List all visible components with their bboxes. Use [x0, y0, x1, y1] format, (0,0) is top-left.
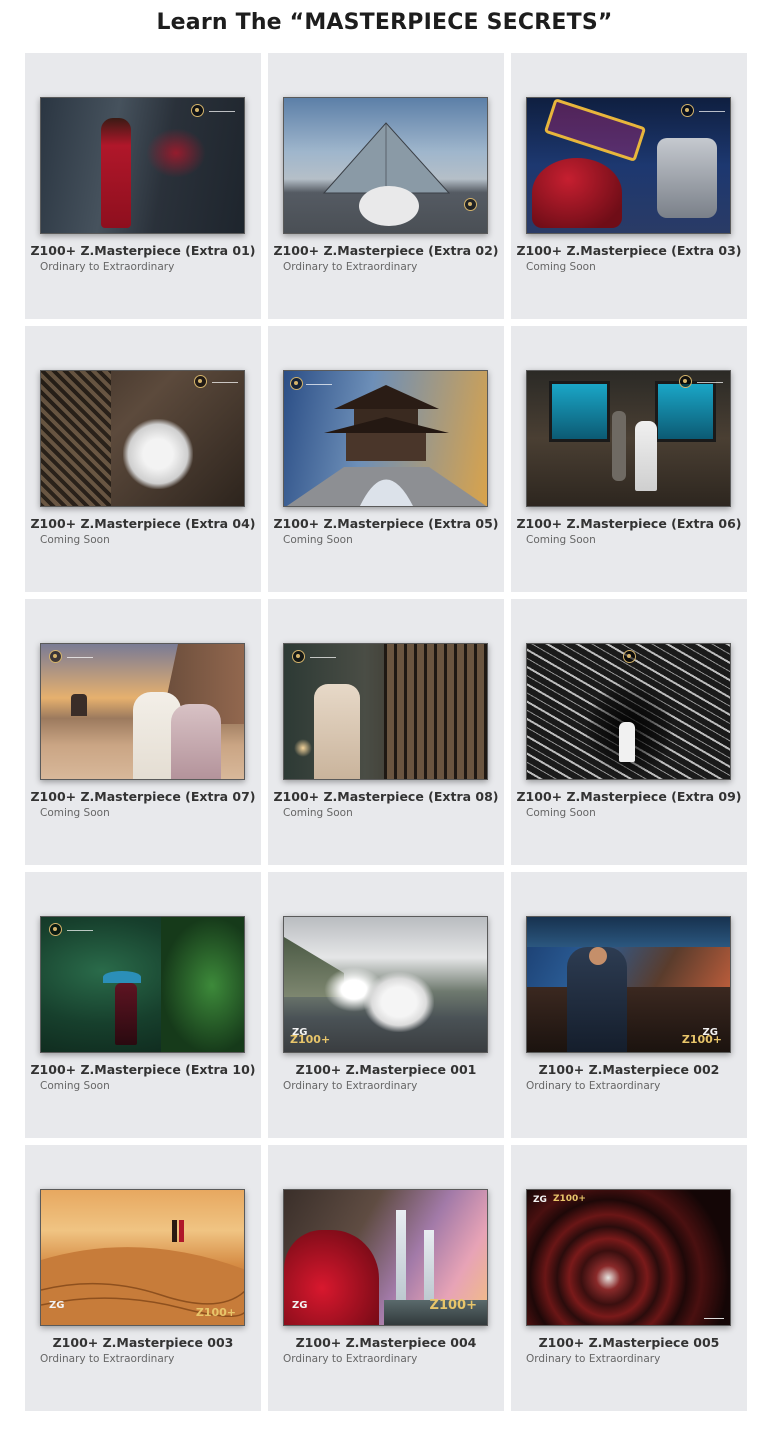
course-thumbnail[interactable] [40, 97, 245, 234]
card-subtitle: Coming Soon [40, 534, 110, 546]
course-card[interactable]: Z100+ Z.Masterpiece (Extra 09) Coming So… [511, 599, 747, 865]
signature-mark [704, 1310, 724, 1319]
card-title: Z100+ Z.Masterpiece (Extra 05) [273, 516, 499, 531]
card-title: Z100+ Z.Masterpiece (Extra 09) [516, 789, 742, 804]
card-subtitle: Coming Soon [526, 261, 596, 273]
card-title: Z100+ Z.Masterpiece (Extra 04) [30, 516, 256, 531]
course-thumbnail[interactable] [283, 370, 488, 507]
card-logo: ZG [292, 1300, 308, 1311]
course-thumbnail[interactable]: ZG Z100+ [283, 916, 488, 1053]
card-subtitle: Coming Soon [40, 1080, 110, 1092]
brand-seal-icon [290, 377, 303, 390]
course-thumbnail[interactable]: ZG Z100+ [526, 1189, 731, 1326]
brand-seal-icon [49, 923, 62, 936]
course-thumbnail[interactable] [526, 643, 731, 780]
card-title: Z100+ Z.Masterpiece (Extra 03) [516, 243, 742, 258]
card-subtitle: Coming Soon [526, 807, 596, 819]
card-title: Z100+ Z.Masterpiece (Extra 02) [273, 243, 499, 258]
course-thumbnail[interactable] [40, 370, 245, 507]
card-title: Z100+ Z.Masterpiece 001 [295, 1062, 477, 1077]
brand-seal-icon [679, 375, 692, 388]
card-title: Z100+ Z.Masterpiece (Extra 06) [516, 516, 742, 531]
pyramid-graphic [322, 122, 451, 226]
course-card[interactable]: ZG Z100+ Z100+ Z.Masterpiece 003 Ordinar… [25, 1145, 261, 1411]
course-thumbnail[interactable] [283, 97, 488, 234]
card-subtitle: Coming Soon [283, 807, 353, 819]
pagoda-graphic [286, 385, 487, 506]
course-card[interactable]: ZG Z100+ Z100+ Z.Masterpiece 001 Ordinar… [268, 872, 504, 1138]
card-subtitle: Ordinary to Extraordinary [283, 1080, 418, 1092]
course-card[interactable]: Z100+ Z.Masterpiece (Extra 06) Coming So… [511, 326, 747, 592]
card-title: Z100+ Z.Masterpiece 004 [295, 1335, 477, 1350]
course-card[interactable]: Z100+ Z.Masterpiece (Extra 10) Coming So… [25, 872, 261, 1138]
card-badge: Z100+ [195, 1306, 236, 1319]
brand-seal-icon [292, 650, 305, 663]
card-subtitle: Ordinary to Extraordinary [283, 261, 418, 273]
course-thumbnail[interactable] [40, 916, 245, 1053]
card-badge: Z100+ [429, 1298, 477, 1313]
card-title: Z100+ Z.Masterpiece (Extra 10) [30, 1062, 256, 1077]
card-title: Z100+ Z.Masterpiece (Extra 07) [30, 789, 256, 804]
card-subtitle: Ordinary to Extraordinary [526, 1353, 661, 1365]
brand-seal-icon [623, 650, 636, 663]
card-title: Z100+ Z.Masterpiece (Extra 01) [30, 243, 256, 258]
course-thumbnail[interactable] [283, 643, 488, 780]
course-thumbnail[interactable] [526, 370, 731, 507]
card-title: Z100+ Z.Masterpiece 005 [538, 1335, 720, 1350]
course-card[interactable]: Z100+ Z.Masterpiece (Extra 07) Coming So… [25, 599, 261, 865]
course-card[interactable]: Z100+ Z.Masterpiece (Extra 08) Coming So… [268, 599, 504, 865]
card-title: Z100+ Z.Masterpiece 003 [52, 1335, 234, 1350]
course-thumbnail[interactable]: ZG Z100+ [283, 1189, 488, 1326]
card-subtitle: Ordinary to Extraordinary [40, 1353, 175, 1365]
card-logo: ZG [533, 1195, 547, 1205]
course-card[interactable]: ZG Z100+ Z100+ Z.Masterpiece 005 Ordinar… [511, 1145, 747, 1411]
course-card[interactable]: Z100+ Z.Masterpiece (Extra 02) Ordinary … [268, 53, 504, 319]
card-title: Z100+ Z.Masterpiece (Extra 08) [273, 789, 499, 804]
card-subtitle: Coming Soon [283, 534, 353, 546]
course-card[interactable]: Z100+ Z.Masterpiece (Extra 01) Ordinary … [25, 53, 261, 319]
brand-seal-icon [49, 650, 62, 663]
course-thumbnail[interactable]: ZG Z100+ [526, 916, 731, 1053]
brand-seal-icon [681, 104, 694, 117]
card-badge: Z100+ [290, 1033, 331, 1046]
course-card[interactable]: Z100+ Z.Masterpiece (Extra 05) Coming So… [268, 326, 504, 592]
course-card[interactable]: Z100+ Z.Masterpiece (Extra 04) Coming So… [25, 326, 261, 592]
card-subtitle: Ordinary to Extraordinary [526, 1080, 661, 1092]
card-subtitle: Ordinary to Extraordinary [40, 261, 175, 273]
card-subtitle: Ordinary to Extraordinary [283, 1353, 418, 1365]
course-thumbnail[interactable] [40, 643, 245, 780]
card-subtitle: Coming Soon [526, 534, 596, 546]
course-card[interactable]: Z100+ Z.Masterpiece (Extra 03) Coming So… [511, 53, 747, 319]
card-badge: Z100+ [681, 1033, 722, 1046]
brand-seal-icon [194, 375, 207, 388]
course-card[interactable]: ZG Z100+ Z100+ Z.Masterpiece 002 Ordinar… [511, 872, 747, 1138]
course-card[interactable]: ZG Z100+ Z100+ Z.Masterpiece 004 Ordinar… [268, 1145, 504, 1411]
course-thumbnail[interactable]: ZG Z100+ [40, 1189, 245, 1326]
card-title: Z100+ Z.Masterpiece 002 [538, 1062, 720, 1077]
card-subtitle: Coming Soon [40, 807, 110, 819]
page-title: Learn The “MASTERPIECE SECRETS” [156, 10, 613, 35]
brand-seal-icon [191, 104, 204, 117]
masterpiece-grid: Z100+ Z.Masterpiece (Extra 01) Ordinary … [25, 53, 747, 1411]
course-thumbnail[interactable] [526, 97, 731, 234]
brand-seal-icon [464, 198, 477, 211]
card-logo: ZG [49, 1300, 65, 1311]
card-badge: Z100+ [553, 1194, 586, 1204]
